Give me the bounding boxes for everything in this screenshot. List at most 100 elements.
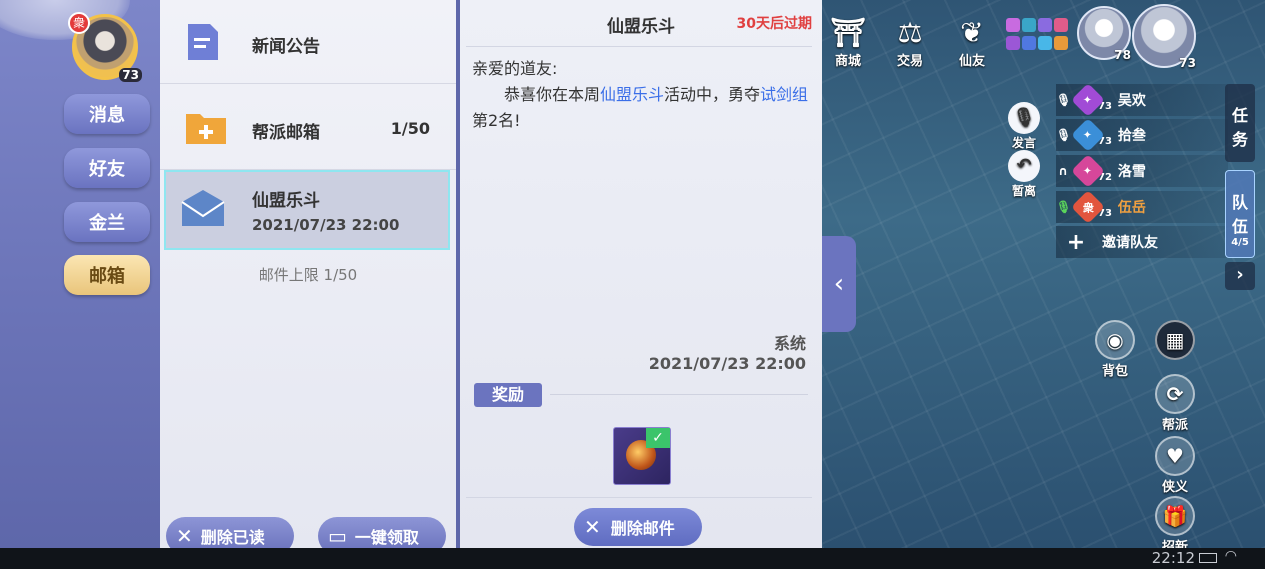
- sect-badge-icon: 衆: [68, 12, 90, 34]
- team-member-row[interactable]: 🎙 ✦ 73 拾叁: [1056, 118, 1228, 152]
- microphone-icon: 🎙: [1008, 102, 1040, 134]
- mail-expire-text: 30天后过期: [736, 16, 812, 32]
- nav-mailbox-button[interactable]: 邮箱: [64, 255, 150, 295]
- grid-icon: ▦: [1155, 320, 1195, 360]
- microphone-icon: 🎙: [1056, 128, 1072, 142]
- team-member-row[interactable]: 🎙 衆 73 伍岳: [1056, 190, 1228, 224]
- menu-grid-button[interactable]: ▦: [1152, 320, 1198, 360]
- voice-button[interactable]: 🎙 发言: [1006, 102, 1042, 151]
- mail-sender: 系统: [773, 334, 806, 353]
- delete-mail-button[interactable]: ✕ 删除邮件: [574, 508, 702, 546]
- mail-text: 第2名!: [472, 111, 521, 130]
- collapse-panel-button[interactable]: ‹: [822, 236, 856, 332]
- sect-icon: ✦: [1071, 154, 1105, 188]
- mail-item-selected[interactable]: 仙盟乐斗 2021/07/23 22:00: [164, 170, 450, 250]
- invite-teammate-button[interactable]: + 邀请队友: [1056, 226, 1228, 258]
- mail-list-panel: 新闻公告 帮派邮箱 1/50 仙盟乐斗 2021/07/23 22:00 邮件上…: [160, 0, 456, 555]
- left-nav: 衆 73 消息 好友 金兰 邮箱: [0, 0, 160, 548]
- mail-item-date: 2021/07/23 22:00: [252, 216, 400, 234]
- chevron-left-icon: ‹: [833, 269, 845, 299]
- reward-label: 奖励: [474, 383, 542, 407]
- mail-highlight-group: 试剑组: [760, 85, 809, 104]
- sect-icon: ✦: [1071, 83, 1105, 117]
- sect-icon: 衆: [1071, 190, 1105, 224]
- mail-item-guild[interactable]: 帮派邮箱 1/50: [160, 86, 456, 170]
- microphone-icon: 🎙: [1056, 93, 1072, 107]
- close-icon: ✕: [584, 515, 601, 539]
- member-name: 吴欢: [1117, 93, 1146, 109]
- reward-item-slot[interactable]: ✓: [613, 427, 671, 485]
- mail-body: 亲爱的道友: 恭喜你在本周仙盟乐斗活动中，勇夺试剑组第2名!: [472, 56, 810, 134]
- return-icon: ↶: [1008, 150, 1040, 182]
- nav-sworn-button[interactable]: 金兰: [64, 202, 150, 242]
- sect-icon: ✦: [1071, 118, 1105, 152]
- mall-icon: ⛩: [830, 16, 866, 49]
- mail-text: 恭喜你在本周: [504, 85, 601, 104]
- check-icon: ✓: [646, 428, 670, 448]
- friends-icon: ❦: [960, 16, 984, 49]
- nav-friends-button[interactable]: 好友: [64, 148, 150, 188]
- team-member-row[interactable]: 🎙 ✦ 73 吴欢: [1056, 83, 1228, 117]
- delete-read-label: 删除已读: [200, 528, 265, 547]
- trade-label: 交易: [896, 54, 923, 69]
- trade-button[interactable]: ⚖ 交易: [888, 16, 932, 69]
- game-scene[interactable]: ⛩ 商城 ⚖ 交易 ❦ 仙友 78 73 🎙 发言 ↶ 暂离 🎙 ✦ 73 吴欢…: [822, 0, 1265, 548]
- chivalry-icon: ♥: [1155, 436, 1195, 476]
- envelope-icon: [181, 190, 225, 226]
- player-level: 73: [119, 68, 142, 82]
- friends-button[interactable]: ❦ 仙友: [950, 16, 994, 69]
- tab-team-count: 4/5: [1231, 237, 1249, 248]
- mail-highlight-activity: 仙盟乐斗: [600, 85, 665, 104]
- mail-item-count: 1/50: [390, 119, 430, 138]
- mail-detail-panel: 仙盟乐斗 30天后过期 亲爱的道友: 恭喜你在本周仙盟乐斗活动中，勇夺试剑组第2…: [460, 0, 822, 548]
- chest-icon: ▭: [328, 524, 347, 548]
- chivalry-button[interactable]: ♥ 侠义: [1152, 436, 1198, 495]
- battery-icon: [1199, 553, 1217, 563]
- invite-label: 邀请队友: [1102, 235, 1158, 251]
- party-avatar-level: 78: [1114, 48, 1131, 62]
- claim-all-label: 一键领取: [354, 528, 419, 547]
- mail-limit-text: 邮件上限 1/50: [258, 266, 358, 284]
- recruit-button[interactable]: 🎁 招新: [1152, 496, 1198, 548]
- recruit-icon: 🎁: [1155, 496, 1195, 536]
- chivalry-label: 侠义: [1161, 480, 1188, 495]
- chevron-right-icon[interactable]: ›: [1225, 262, 1255, 290]
- mail-content: 恭喜你在本周仙盟乐斗活动中，勇夺试剑组第2名!: [472, 82, 810, 134]
- mail-item-title: 新闻公告: [252, 37, 320, 57]
- tab-team[interactable]: 队伍 4/5: [1225, 170, 1255, 258]
- member-name: 拾叁: [1117, 128, 1146, 144]
- party-avatar-level: 73: [1179, 56, 1196, 70]
- clock: 22:12: [1151, 549, 1195, 567]
- guild-icon: ⟳: [1155, 374, 1195, 414]
- tab-team-label: 队伍: [1231, 193, 1248, 236]
- mail-text: 活动中，勇夺: [664, 85, 761, 104]
- team-member-row[interactable]: ∩ ✦ 72 洛雪: [1056, 154, 1228, 188]
- friends-label: 仙友: [958, 54, 985, 69]
- mail-item-news[interactable]: 新闻公告: [160, 0, 456, 84]
- tab-task[interactable]: 任务: [1225, 84, 1255, 162]
- party-avatar[interactable]: 78: [1077, 6, 1131, 62]
- mall-button[interactable]: ⛩ 商城: [826, 16, 870, 69]
- wifi-icon: ◠: [1224, 548, 1237, 564]
- guild-button[interactable]: ⟳ 帮派: [1152, 374, 1198, 433]
- leave-button[interactable]: ↶ 暂离: [1006, 150, 1042, 199]
- guild-label: 帮派: [1161, 418, 1188, 433]
- system-status-bar: 22:12 ◠: [0, 548, 1265, 569]
- leave-label: 暂离: [1011, 184, 1036, 198]
- party-avatar[interactable]: 73: [1132, 4, 1196, 70]
- member-name: 洛雪: [1117, 164, 1146, 180]
- bag-icon: ◉: [1095, 320, 1135, 360]
- buff-status-grid: [1006, 18, 1072, 52]
- folder-icon: [186, 114, 226, 144]
- tab-task-label: 任务: [1231, 106, 1248, 149]
- microphone-icon: 🎙: [1056, 200, 1072, 214]
- recruit-label: 招新: [1161, 540, 1188, 548]
- plus-icon: +: [1066, 229, 1086, 255]
- voice-label: 发言: [1011, 136, 1036, 150]
- player-avatar[interactable]: 衆 73: [68, 12, 144, 82]
- detail-divider: [466, 497, 812, 498]
- nav-messages-button[interactable]: 消息: [64, 94, 150, 134]
- close-icon: ✕: [176, 524, 193, 548]
- detail-divider: [466, 46, 812, 47]
- bag-button[interactable]: ◉ 背包: [1092, 320, 1138, 379]
